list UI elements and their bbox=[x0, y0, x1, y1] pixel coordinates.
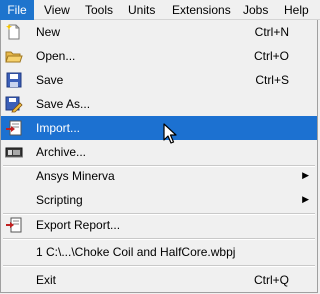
shortcut-label: Ctrl+O bbox=[253, 49, 289, 63]
menu-item-import[interactable]: Import... bbox=[1, 116, 317, 140]
menu-jobs[interactable]: Jobs bbox=[243, 0, 268, 20]
menu-item-label: Scripting bbox=[36, 193, 83, 207]
shortcut-label: Ctrl+Q bbox=[253, 273, 289, 287]
menu-item-exit[interactable]: Exit Ctrl+Q bbox=[1, 268, 317, 292]
menu-file[interactable]: File bbox=[0, 0, 34, 20]
menu-item-label: Export Report... bbox=[36, 218, 121, 232]
menu-view[interactable]: View bbox=[44, 0, 70, 20]
import-icon bbox=[6, 120, 22, 136]
archive-icon bbox=[5, 147, 23, 158]
mouse-pointer-icon bbox=[163, 123, 177, 144]
menu-item-save[interactable]: Save Ctrl+S bbox=[1, 68, 317, 92]
menu-units[interactable]: Units bbox=[128, 0, 155, 20]
menu-separator bbox=[3, 265, 315, 267]
save-as-icon bbox=[5, 96, 23, 113]
menu-item-save-as[interactable]: Save As... bbox=[1, 92, 317, 116]
new-file-icon bbox=[6, 24, 20, 40]
submenu-arrow-icon: ▶ bbox=[302, 170, 309, 180]
menu-item-label: Import... bbox=[36, 121, 81, 135]
shortcut-label: Ctrl+N bbox=[254, 25, 289, 39]
menu-item-recent-file[interactable]: 1 C:\...\Choke Coil and HalfCore.wbpj bbox=[1, 240, 317, 264]
open-folder-icon bbox=[5, 51, 23, 63]
menu-item-label: 1 C:\...\Choke Coil and HalfCore.wbpj bbox=[36, 245, 236, 259]
menu-item-scripting[interactable]: Scripting ▶ bbox=[1, 188, 317, 212]
menu-extensions[interactable]: Extensions bbox=[172, 0, 231, 20]
menu-bar: File View Tools Units Extensions Jobs He… bbox=[0, 0, 320, 20]
file-menu-dropdown: New Ctrl+N Open... Ctrl+O Save Ctrl+S Sa… bbox=[0, 20, 318, 293]
submenu-arrow-icon: ▶ bbox=[302, 194, 309, 204]
menu-item-label: Save As... bbox=[36, 97, 91, 111]
menu-item-open[interactable]: Open... Ctrl+O bbox=[1, 44, 317, 68]
menu-item-label: New bbox=[36, 25, 61, 39]
menu-item-label: Ansys Minerva bbox=[36, 169, 115, 183]
menu-item-label: Save bbox=[36, 73, 64, 87]
menu-item-new[interactable]: New Ctrl+N bbox=[1, 20, 317, 44]
menu-item-label: Open... bbox=[36, 49, 76, 63]
menu-item-ansys-minerva[interactable]: Ansys Minerva ▶ bbox=[1, 164, 317, 188]
menu-item-label: Archive... bbox=[36, 145, 87, 159]
menu-help[interactable]: Help bbox=[284, 0, 309, 20]
save-icon bbox=[6, 72, 22, 88]
shortcut-label: Ctrl+S bbox=[255, 73, 289, 87]
menu-item-archive[interactable]: Archive... bbox=[1, 140, 317, 164]
menu-item-label: Exit bbox=[36, 273, 57, 287]
menu-tools[interactable]: Tools bbox=[85, 0, 113, 20]
export-report-icon bbox=[6, 217, 22, 233]
menu-item-export-report[interactable]: Export Report... bbox=[1, 213, 317, 237]
